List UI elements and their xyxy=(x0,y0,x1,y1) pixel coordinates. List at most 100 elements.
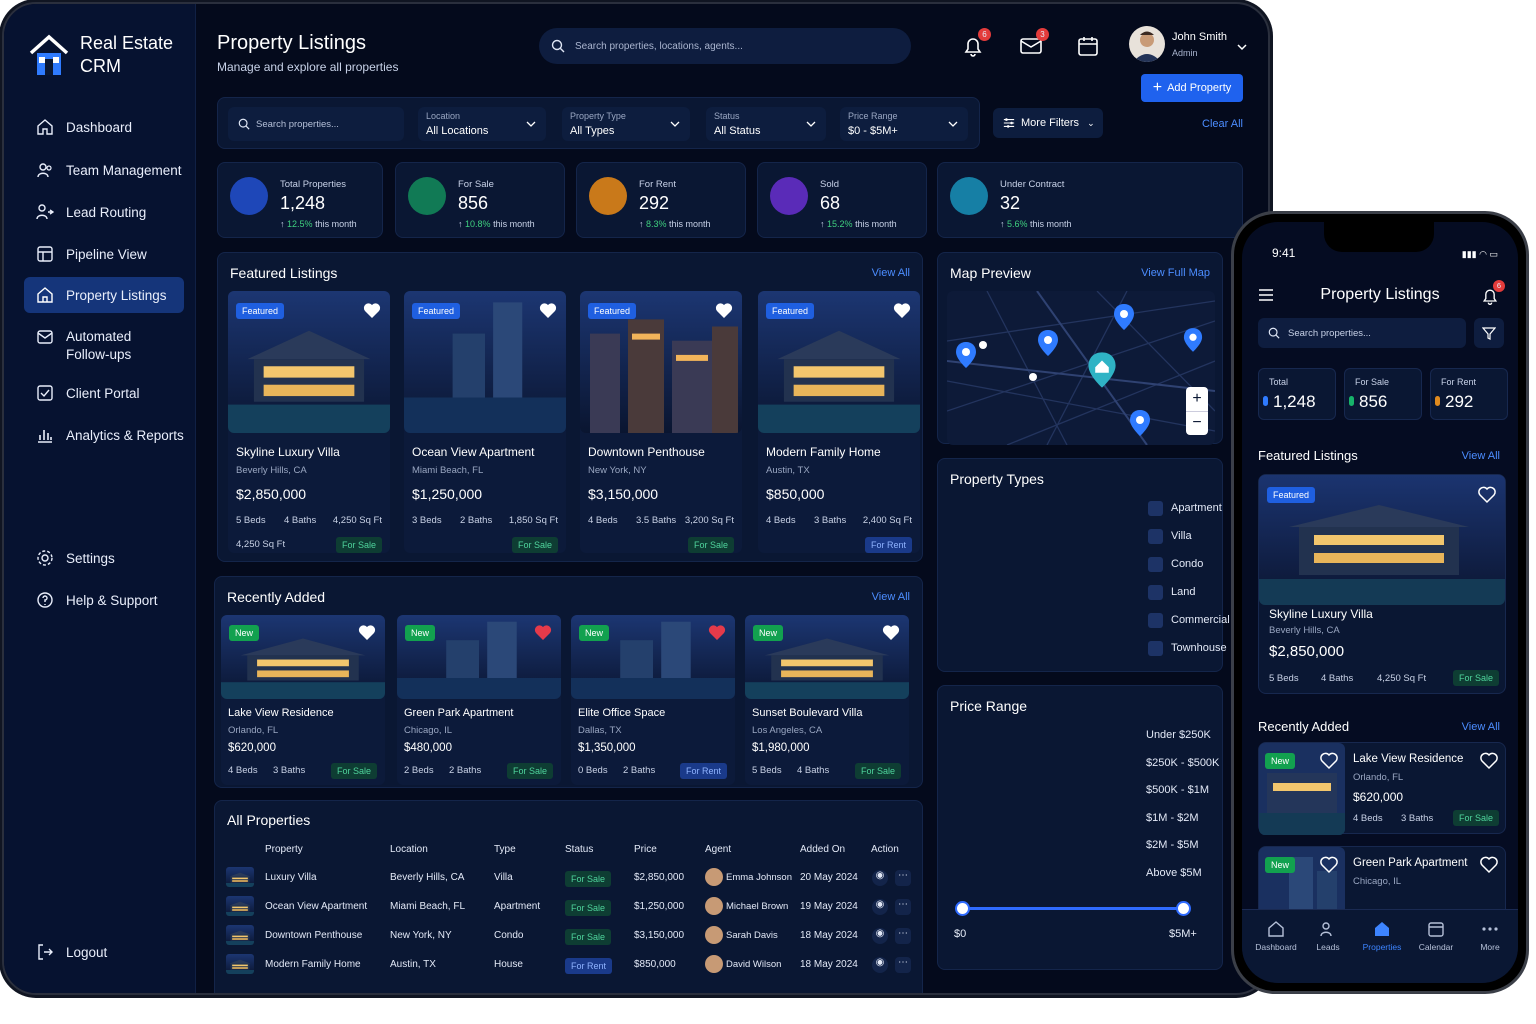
nav-lead-routing[interactable]: Lead Routing xyxy=(24,194,184,230)
eye-icon[interactable]: ◉ xyxy=(872,928,888,944)
more-filters-button[interactable]: More Filters ⌄ xyxy=(993,108,1103,138)
chevron-down-icon xyxy=(670,121,680,127)
map-pin-icon[interactable] xyxy=(1129,409,1151,442)
table-header[interactable]: Agent xyxy=(705,844,731,855)
heart-icon[interactable] xyxy=(533,623,553,643)
heart-icon[interactable] xyxy=(1319,751,1339,771)
filter-search-input[interactable]: Search properties... xyxy=(228,107,404,141)
table-header[interactable]: Action xyxy=(871,844,899,855)
property-type-select[interactable]: Property Type All Types xyxy=(562,107,690,141)
zoom-out-button[interactable]: − xyxy=(1186,411,1208,435)
nav-analytics-reports[interactable]: Analytics & Reports xyxy=(24,417,184,453)
tab-calendar[interactable]: Calendar xyxy=(1410,920,1462,952)
avatar[interactable] xyxy=(1129,26,1165,62)
eye-icon[interactable]: ◉ xyxy=(872,957,888,973)
stat-label: Total Properties xyxy=(280,179,347,190)
eye-icon[interactable]: ◉ xyxy=(872,870,888,886)
phone-recent-view-all[interactable]: View All xyxy=(1462,721,1500,733)
nav-automated-follow-ups[interactable]: Automated Follow-ups xyxy=(24,322,184,370)
price-slider-min-handle[interactable] xyxy=(955,901,970,916)
featured-view-all-link[interactable]: View All xyxy=(872,267,910,279)
nav-pipeline-view[interactable]: Pipeline View xyxy=(24,236,184,272)
messages-button[interactable]: 3 xyxy=(1019,28,1049,58)
table-row[interactable]: Downtown Penthouse New York, NY Condo For S… xyxy=(226,922,926,950)
recent-card[interactable]: New Green Park Apartment Chicago, IL $480,0… xyxy=(397,615,561,785)
featured-card[interactable]: Featured Skyline Luxury Villa Beverly Hill… xyxy=(228,291,390,553)
price-slider-track[interactable] xyxy=(962,907,1184,910)
map-home-pin-icon[interactable] xyxy=(1087,351,1117,394)
table-header[interactable]: Property xyxy=(265,844,303,855)
eye-icon[interactable]: ◉ xyxy=(872,899,888,915)
phone-featured-card[interactable]: Featured Skyline Luxury Villa Beverly Hi… xyxy=(1258,474,1506,694)
tab-properties[interactable]: Properties xyxy=(1356,920,1408,952)
more-dots-icon[interactable]: ⋯ xyxy=(895,957,911,973)
type-name: Apartment xyxy=(1171,502,1222,514)
more-dots-icon[interactable]: ⋯ xyxy=(895,928,911,944)
table-header[interactable]: Location xyxy=(390,844,428,855)
tab-dashboard[interactable]: Dashboard xyxy=(1250,920,1302,952)
location-select[interactable]: Location All Locations xyxy=(418,107,546,141)
featured-card[interactable]: Featured Modern Family Home Austin, TX $850… xyxy=(758,291,920,553)
heart-icon[interactable] xyxy=(357,623,377,643)
more-dots-icon[interactable]: ⋯ xyxy=(895,870,911,886)
brand-logo[interactable]: Real Estate CRM xyxy=(28,32,173,78)
pipeline-icon xyxy=(37,246,53,262)
clear-all-link[interactable]: Clear All xyxy=(1202,118,1243,130)
calendar-button[interactable] xyxy=(1076,34,1100,58)
heart-icon[interactable] xyxy=(1479,855,1499,875)
table-header[interactable]: Type xyxy=(494,844,516,855)
nav-dashboard[interactable]: Dashboard xyxy=(24,109,184,145)
price-slider-max-handle[interactable] xyxy=(1176,901,1191,916)
table-row[interactable]: Ocean View Apartment Miami Beach, FL Apart… xyxy=(226,893,926,921)
nav-settings[interactable]: Settings xyxy=(24,540,184,576)
featured-card[interactable]: Featured Downtown Penthouse New York, NY $3… xyxy=(580,291,742,553)
table-row[interactable]: Modern Family Home Austin, TX House For Ren… xyxy=(226,951,926,979)
recent-card[interactable]: New Lake View Residence Orlando, FL $620,00… xyxy=(221,615,385,785)
heart-icon[interactable] xyxy=(1477,485,1497,505)
heart-icon[interactable] xyxy=(538,301,558,321)
chevron-down-icon[interactable] xyxy=(1237,42,1247,52)
map-canvas[interactable]: + − xyxy=(947,291,1215,445)
heart-icon[interactable] xyxy=(714,301,734,321)
recent-card[interactable]: New Elite Office Space Dallas, TX $1,350,00… xyxy=(571,615,735,785)
heart-icon[interactable] xyxy=(707,623,727,643)
global-search-input[interactable]: Search properties, locations, agents... xyxy=(539,28,911,64)
heart-icon[interactable] xyxy=(1319,855,1339,875)
map-pin-icon[interactable] xyxy=(955,341,977,374)
notifications-button[interactable]: 6 xyxy=(961,28,991,58)
table-row[interactable]: Luxury Villa Beverly Hills, CA Villa For Sa… xyxy=(226,864,926,892)
price-range-select[interactable]: Price Range $0 - $5M+ xyxy=(840,107,968,141)
tab-leads[interactable]: Leads xyxy=(1302,920,1354,952)
recent-view-all-link[interactable]: View All xyxy=(872,591,910,603)
nav-team-management[interactable]: Team Management xyxy=(24,152,184,188)
phone-stat-card: For Sale 856 xyxy=(1344,368,1422,420)
heart-icon[interactable] xyxy=(1479,751,1499,771)
heart-icon[interactable] xyxy=(881,623,901,643)
phone-recent-card-1[interactable]: New Lake View Residence Orlando, FL $620… xyxy=(1258,742,1506,835)
phone-search-input[interactable]: Search properties... xyxy=(1258,318,1466,348)
table-header[interactable]: Price xyxy=(634,844,657,855)
heart-icon[interactable] xyxy=(362,301,382,321)
status-select[interactable]: Status All Status xyxy=(706,107,826,141)
map-pin-icon[interactable] xyxy=(1183,327,1203,358)
phone-featured-view-all[interactable]: View All xyxy=(1462,450,1500,462)
add-property-button[interactable]: + Add Property xyxy=(1141,74,1243,102)
nav-property-listings[interactable]: Property Listings xyxy=(24,277,184,313)
table-header[interactable]: Status xyxy=(565,844,593,855)
nav-logout[interactable]: Logout xyxy=(24,934,184,970)
view-full-map-link[interactable]: View Full Map xyxy=(1141,267,1210,279)
more-dots-icon[interactable]: ⋯ xyxy=(895,899,911,915)
heart-icon[interactable] xyxy=(892,301,912,321)
featured-card[interactable]: Featured Ocean View Apartment Miami Beach,… xyxy=(404,291,566,553)
phone-filter-button[interactable] xyxy=(1474,318,1504,348)
recent-card[interactable]: New Sunset Boulevard Villa Los Angeles, CA… xyxy=(745,615,909,785)
house-icon xyxy=(408,177,446,215)
map-pin-icon[interactable] xyxy=(1113,303,1135,336)
map-pin-icon[interactable] xyxy=(1037,329,1059,362)
tab-more[interactable]: More xyxy=(1464,920,1516,952)
nav-help-support[interactable]: Help & Support xyxy=(24,582,184,618)
phone-bell-button[interactable]: 6 xyxy=(1480,280,1505,306)
table-header[interactable]: Added On xyxy=(800,844,845,855)
nav-client-portal[interactable]: Client Portal xyxy=(24,375,184,411)
zoom-in-button[interactable]: + xyxy=(1186,387,1208,411)
